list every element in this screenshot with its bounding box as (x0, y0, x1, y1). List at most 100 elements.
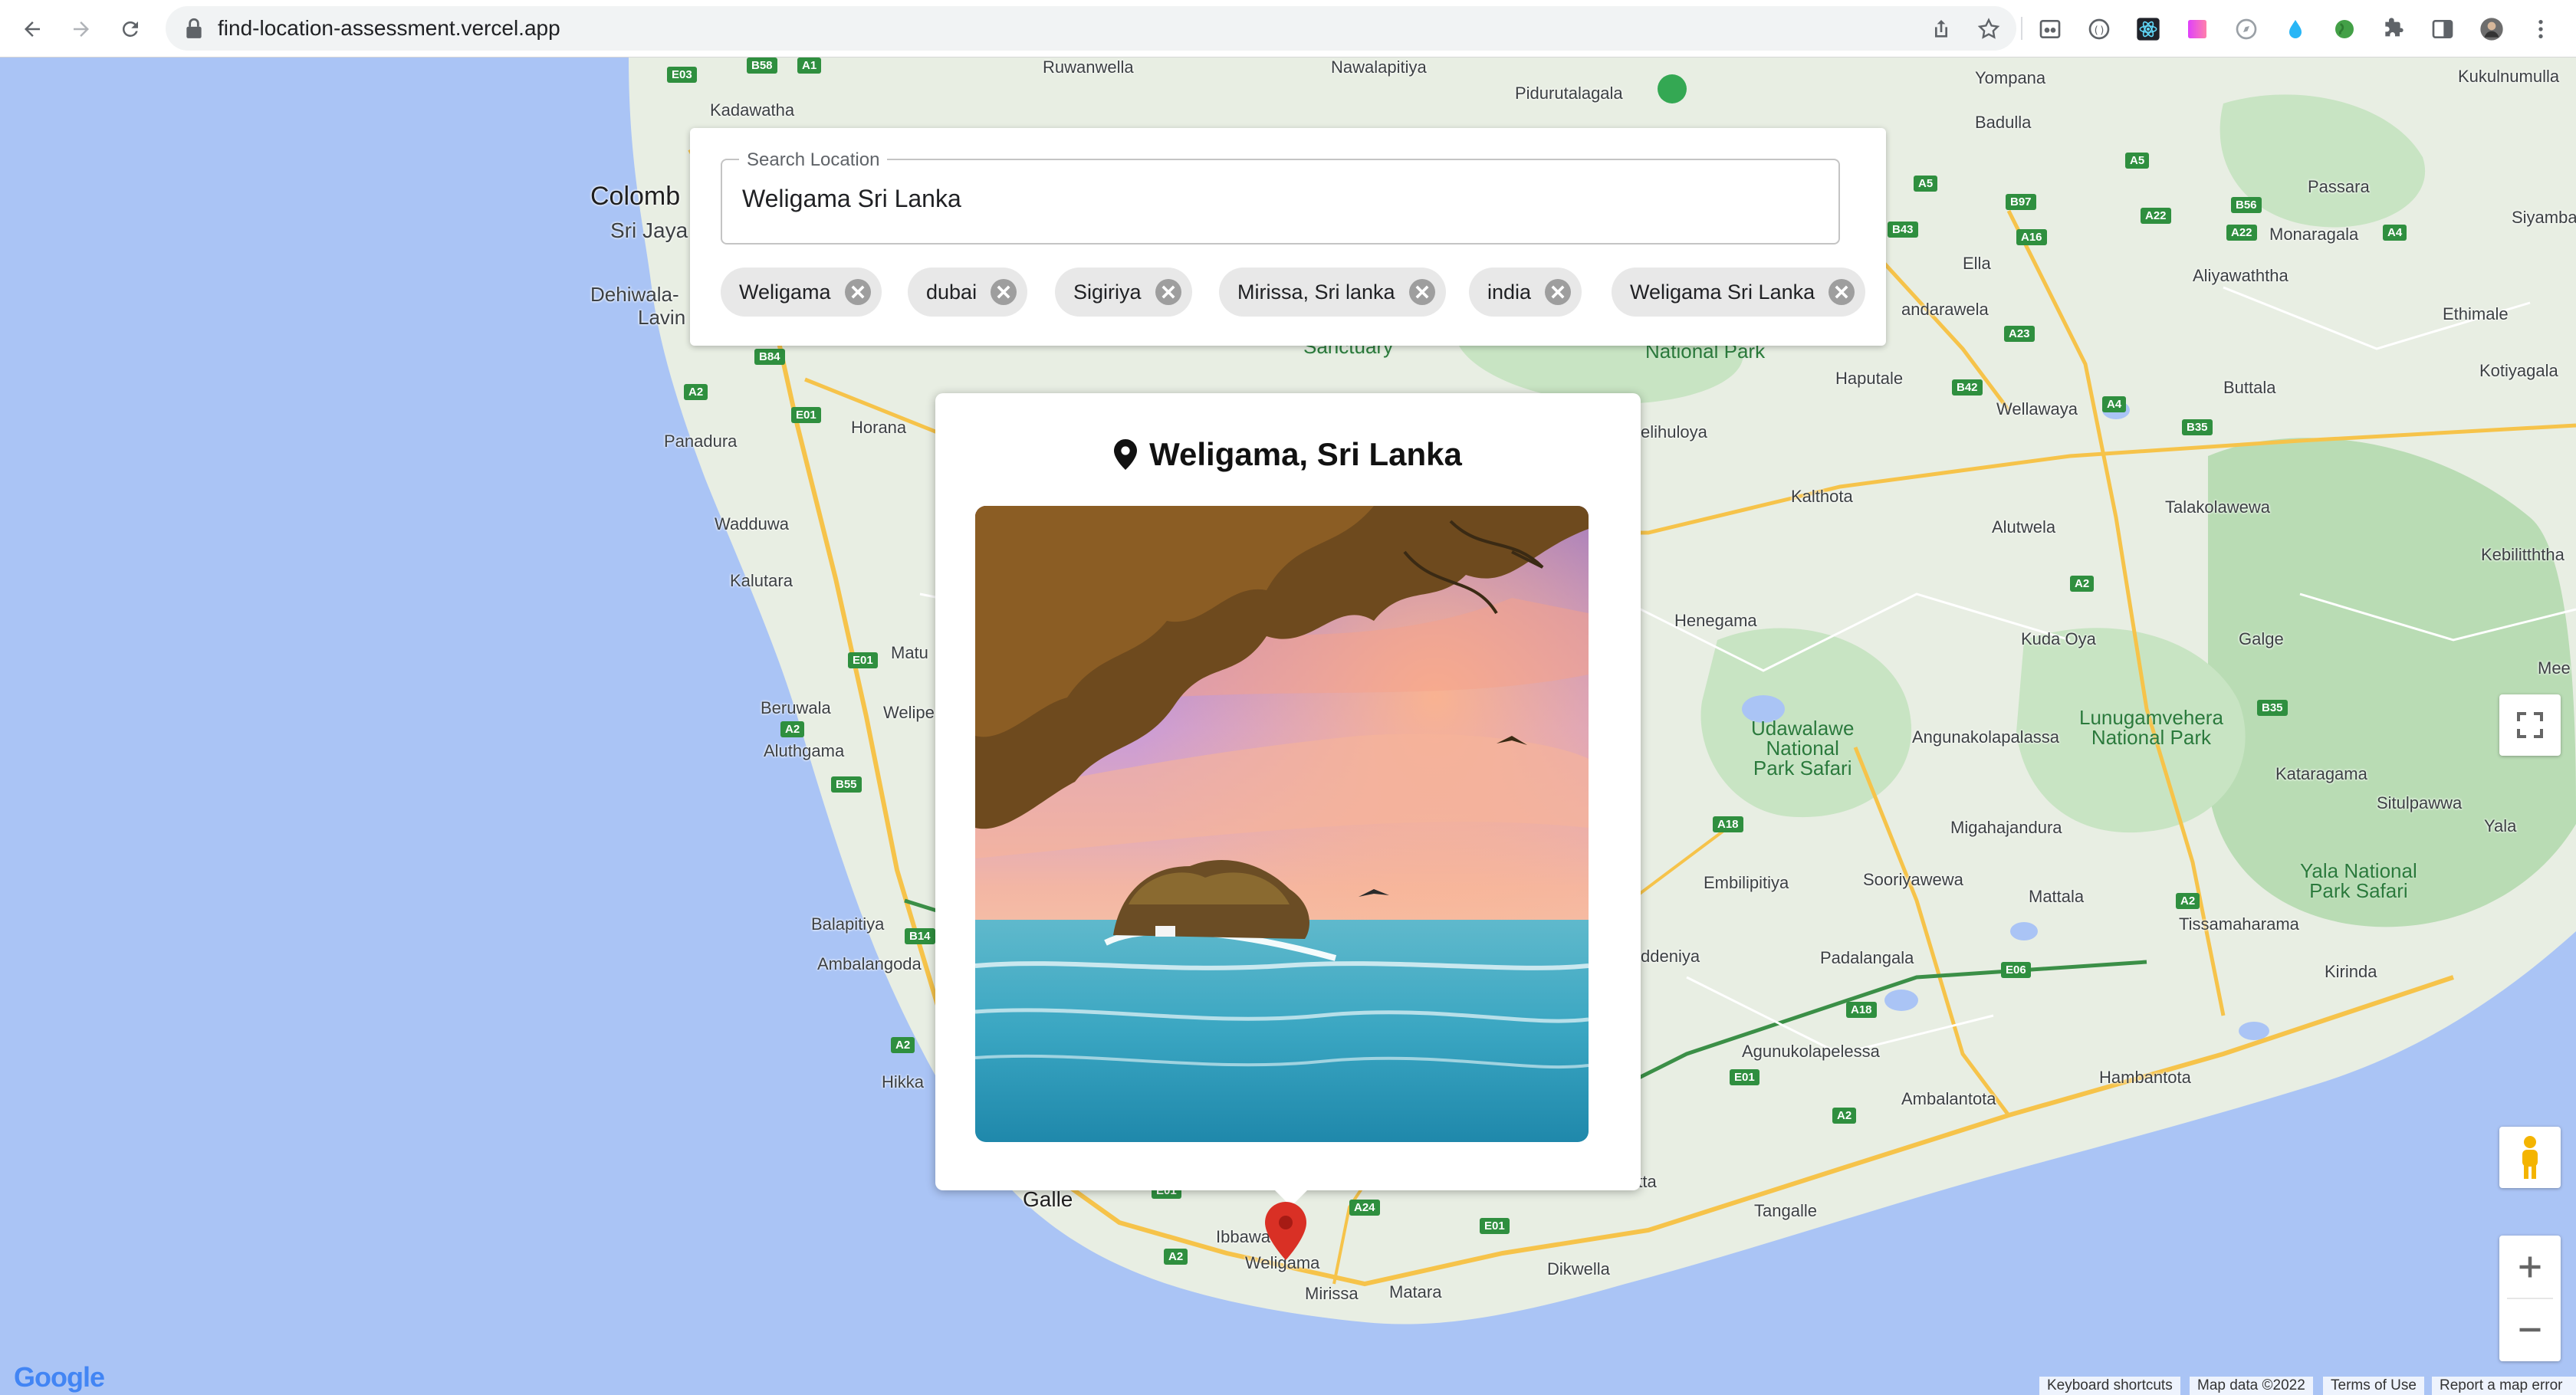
search-panel: Search Location Weligama Sri Lanka Welig… (690, 128, 1886, 346)
chip-remove-button[interactable] (1408, 279, 1435, 305)
google-logo-text: Google (14, 1361, 105, 1393)
place-label: Situlpawwa (2377, 793, 2463, 812)
place-label: Mattala (2029, 887, 2085, 906)
forward-button[interactable] (64, 12, 98, 46)
extension-react[interactable] (2131, 12, 2165, 46)
place-label: Tangalle (1754, 1201, 1817, 1220)
profile-avatar[interactable] (2475, 12, 2509, 46)
chip-label: dubai (926, 280, 978, 304)
road-shield: A23 (2004, 326, 2035, 342)
place-label: Padalangala (1820, 948, 1914, 967)
place-label: Kalthota (1791, 487, 1853, 506)
place-label: Siyambalan (2512, 208, 2576, 227)
place-label: Yala National Park Safari (2300, 859, 2417, 902)
map-pin-icon (1114, 439, 1138, 470)
place-label: Haputale (1835, 369, 1904, 388)
road-shield: A2 (2176, 893, 2200, 909)
close-icon (1551, 285, 1565, 299)
extension-code[interactable]: () (2082, 12, 2116, 46)
extension-compass[interactable] (2229, 12, 2263, 46)
place-label: Aluthgama (764, 741, 845, 760)
share-button[interactable] (1924, 12, 1958, 46)
road-shield: A22 (2226, 225, 2257, 241)
place-label: Wellawaya (1996, 399, 2078, 419)
chip-remove-button[interactable] (1829, 279, 1855, 305)
history-chip[interactable]: Weligama (721, 268, 882, 317)
search-value[interactable]: Weligama Sri Lanka (742, 185, 961, 213)
share-icon (1935, 20, 1947, 38)
history-chip[interactable]: Weligama Sri Lanka (1612, 268, 1866, 317)
road-shield: B58 (747, 57, 777, 74)
place-label: Ella (1963, 254, 1991, 273)
side-panel-button[interactable] (2426, 12, 2459, 46)
road-shield: B55 (831, 776, 862, 793)
place-label: Hambantota (2099, 1068, 2191, 1087)
location-photo (975, 506, 1589, 1142)
history-chip[interactable]: Sigiriya (1055, 268, 1192, 317)
chip-remove-button[interactable] (1545, 279, 1572, 305)
gradient-extension-icon (2188, 20, 2206, 38)
zoom-out-button[interactable] (2499, 1299, 2561, 1361)
chip-label: india (1487, 280, 1532, 304)
road-shield: B56 (2231, 197, 2262, 213)
place-label: Lunugamvehera National Park (2079, 706, 2223, 749)
chip-label: Weligama (739, 280, 831, 304)
place-label: Henegama (1674, 611, 1757, 630)
extension-gradient[interactable] (2180, 12, 2214, 46)
place-label: Badulla (1975, 113, 2032, 132)
chip-remove-button[interactable] (844, 279, 871, 305)
extensions-button[interactable] (2377, 12, 2410, 46)
extension-reader[interactable] (2033, 12, 2067, 46)
history-chip[interactable]: india (1469, 268, 1582, 317)
history-chip[interactable]: dubai (908, 268, 1028, 317)
place-label: Ambalangoda (817, 954, 922, 973)
bookmark-button[interactable] (1972, 12, 2006, 46)
road-shield: A2 (1832, 1108, 1857, 1124)
chip-remove-button[interactable] (991, 279, 1017, 305)
react-extension-icon (2137, 18, 2160, 41)
place-label: Ibbawa (1216, 1227, 1270, 1246)
report-error-link[interactable]: Report a map error (2432, 1377, 2576, 1395)
fullscreen-button[interactable] (2499, 694, 2561, 756)
street-view-pegman[interactable] (2499, 1127, 2561, 1188)
extension-globe[interactable] (2328, 12, 2361, 46)
road-shield: E01 (791, 407, 821, 423)
place-label: Alutwela (1992, 517, 2056, 537)
place-label: Kirinda (2325, 962, 2377, 981)
water-drop-extension-icon (2289, 20, 2302, 38)
place-label: Udawalawe National Park Safari (1751, 717, 1855, 780)
zoom-in-button[interactable] (2499, 1236, 2561, 1298)
back-button[interactable] (15, 12, 49, 46)
code-extension-icon: () (2088, 18, 2110, 40)
place-label: Kukulnumulla (2458, 67, 2560, 86)
close-icon (1162, 285, 1175, 299)
place-label: Mirissa (1305, 1284, 1359, 1303)
extension-drop[interactable] (2279, 12, 2312, 46)
road-shield: A2 (780, 721, 805, 737)
place-label: Passara (2308, 177, 2370, 196)
place-label: Kadawatha (710, 100, 795, 120)
fullscreen-icon (2517, 712, 2543, 738)
road-shield: B84 (754, 349, 785, 365)
reload-button[interactable] (113, 12, 147, 46)
place-label: Kuda Oya (2021, 629, 2096, 648)
history-chip[interactable]: Mirissa, Sri lanka (1219, 268, 1446, 317)
kebab-menu-icon (2538, 20, 2543, 38)
place-label: Embilipitiya (1704, 873, 1789, 892)
road-shield: B97 (2006, 194, 2036, 210)
search-input[interactable]: Search Location Weligama Sri Lanka (721, 149, 1840, 245)
road-shield: E06 (2001, 962, 2031, 978)
map-marker-icon[interactable] (1265, 1202, 1306, 1260)
arrow-right-icon (74, 21, 89, 37)
zoom-control (2499, 1236, 2561, 1361)
chip-remove-button[interactable] (1155, 279, 1181, 305)
close-icon (997, 285, 1010, 299)
browser-menu-button[interactable] (2524, 12, 2558, 46)
google-logo[interactable]: Google (14, 1361, 105, 1393)
keyboard-shortcuts-link[interactable]: Keyboard shortcuts (2039, 1377, 2180, 1395)
place-label: Kalutara (730, 571, 793, 590)
svg-text:(): () (2093, 25, 2105, 36)
road-shield: A18 (1713, 816, 1743, 832)
place-label: Tissamaharama (2179, 914, 2299, 934)
terms-link[interactable]: Terms of Use (2323, 1377, 2424, 1395)
